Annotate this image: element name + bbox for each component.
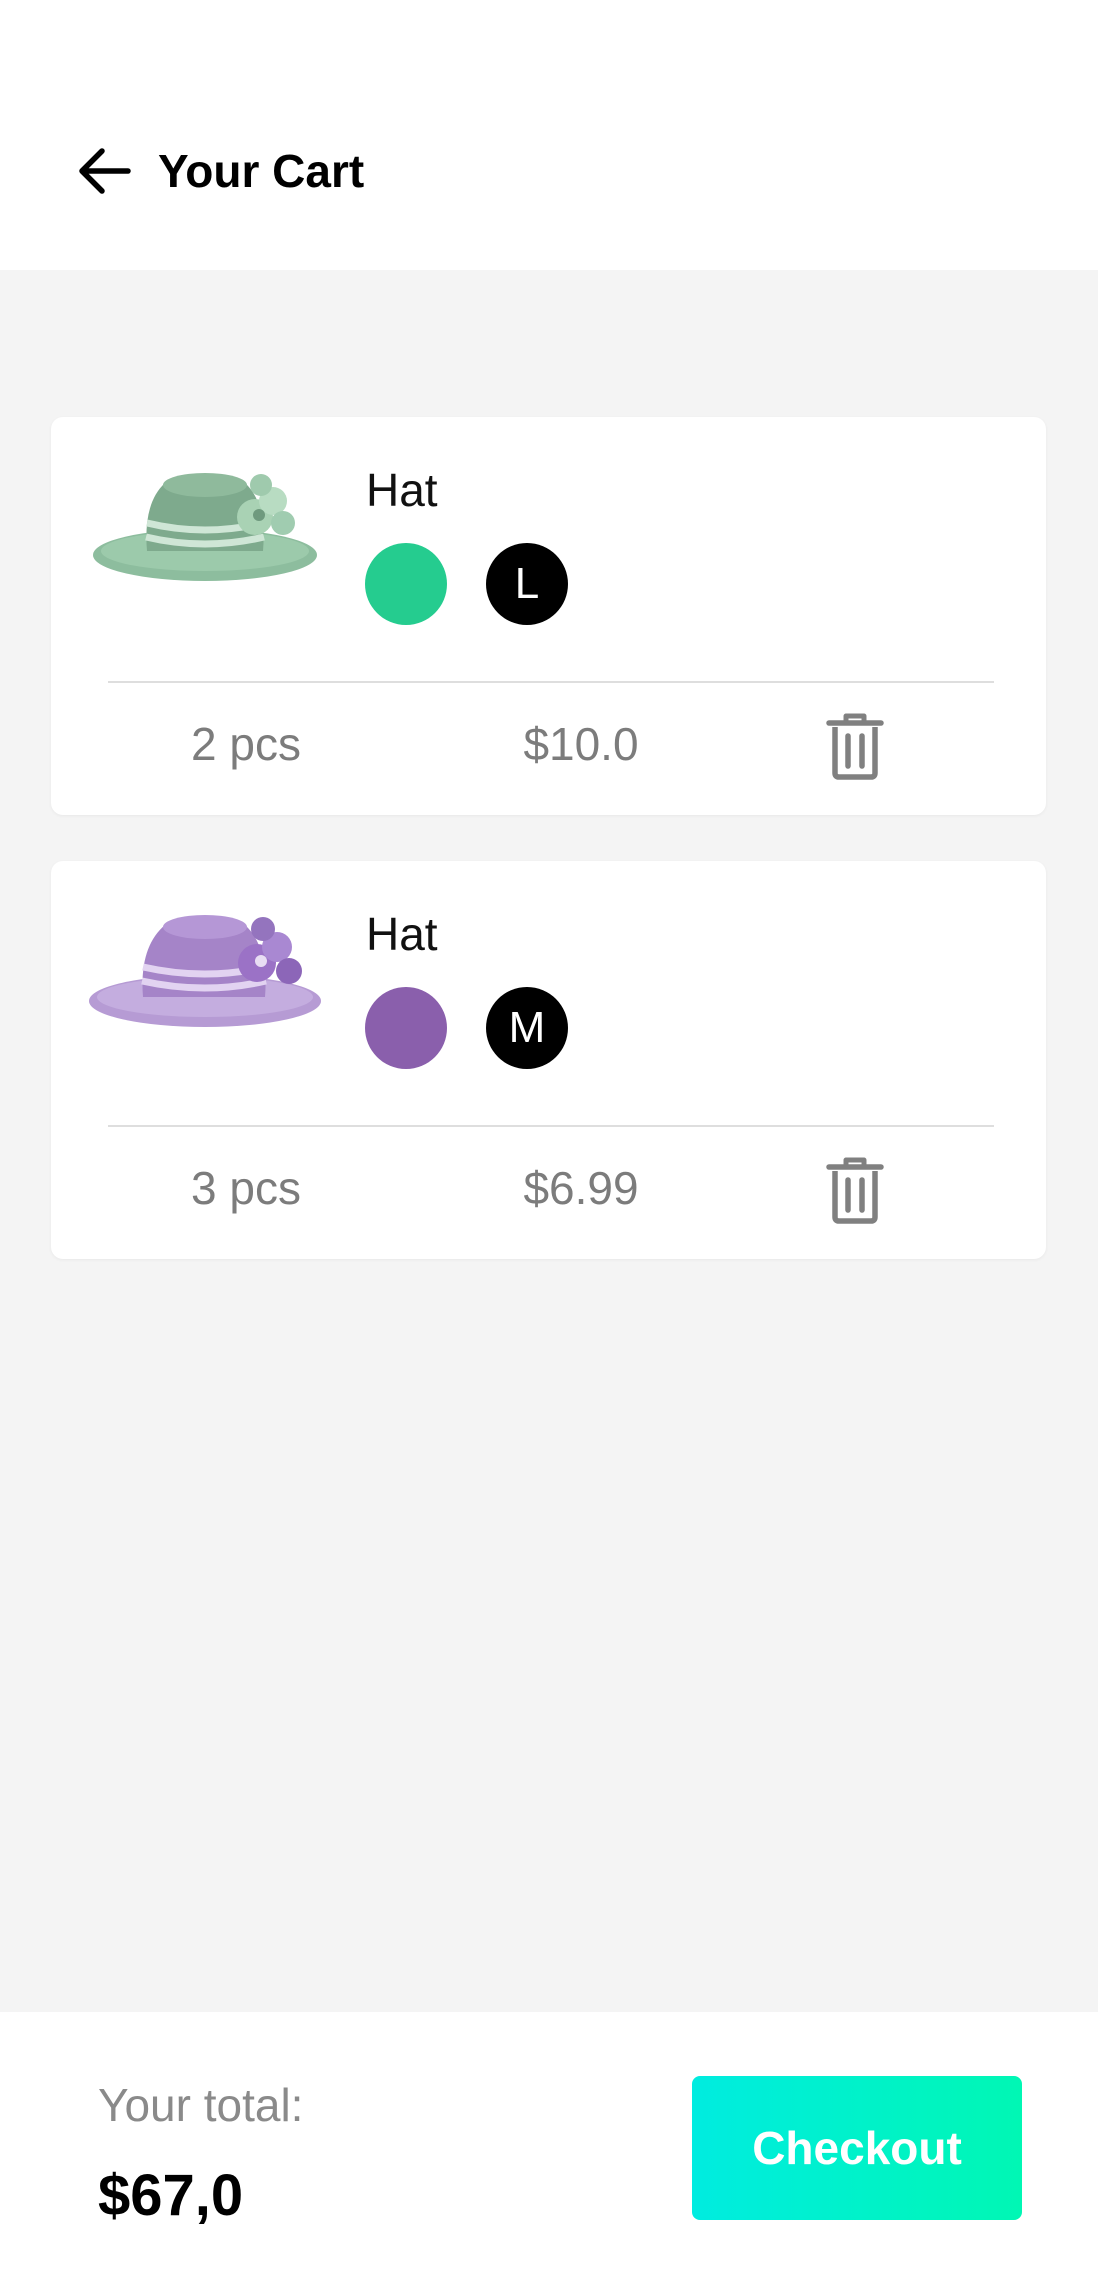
price-label: $6.99: [523, 1162, 639, 1214]
delete-item-button[interactable]: [825, 1155, 885, 1225]
back-button[interactable]: [72, 142, 136, 200]
price-label: $10.0: [523, 718, 639, 770]
product-name: Hat: [366, 908, 438, 960]
page-title: Your Cart: [158, 145, 365, 197]
arrow-left-icon: [79, 148, 131, 194]
quantity-label: 2 pcs: [191, 718, 301, 770]
cart-screen: Your Cart Hat L 2 pcs $10.0 Hat M 3 pcs …: [0, 0, 1098, 2280]
divider: [108, 1125, 994, 1127]
app-header: Your Cart: [0, 0, 1098, 270]
product-name: Hat: [366, 464, 438, 516]
total-value: $67,0: [98, 2163, 244, 2228]
color-swatch-green[interactable]: [365, 543, 447, 625]
cart-item: Hat M 3 pcs $6.99: [51, 861, 1046, 1259]
trash-icon: [826, 1157, 884, 1224]
product-image: [85, 897, 325, 1037]
size-badge[interactable]: L: [486, 543, 568, 625]
size-badge[interactable]: M: [486, 987, 568, 1069]
quantity-label: 3 pcs: [191, 1162, 301, 1214]
checkout-footer: Your total: $67,0 Checkout: [0, 2012, 1098, 2280]
cart-item: Hat L 2 pcs $10.0: [51, 417, 1046, 815]
checkout-button[interactable]: Checkout: [692, 2076, 1022, 2220]
product-image: [85, 453, 325, 593]
color-swatch-purple[interactable]: [365, 987, 447, 1069]
trash-icon: [826, 713, 884, 780]
total-label: Your total:: [98, 2079, 304, 2131]
delete-item-button[interactable]: [825, 711, 885, 781]
divider: [108, 681, 994, 683]
